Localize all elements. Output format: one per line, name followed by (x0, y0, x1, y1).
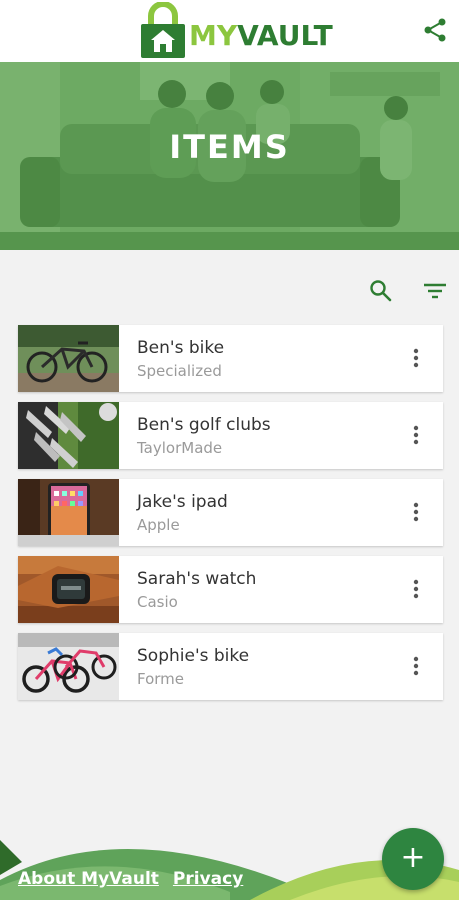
list-item[interactable]: Ben's bike Specialized (18, 325, 443, 392)
more-vertical-icon (413, 579, 419, 599)
list-item[interactable]: Jake's ipad Apple (18, 479, 443, 546)
item-menu-button[interactable] (405, 423, 427, 447)
item-title: Jake's ipad (137, 492, 228, 512)
more-vertical-icon (413, 656, 419, 676)
about-link[interactable]: About MyVault (18, 869, 159, 889)
mountain-bike-thumbnail (18, 325, 119, 392)
item-title: Sarah's watch (137, 569, 257, 589)
more-vertical-icon (413, 425, 419, 445)
search-icon (370, 280, 392, 302)
item-title: Ben's bike (137, 338, 225, 358)
item-brand: Casio (137, 593, 178, 611)
watch-thumbnail (18, 556, 119, 623)
hero-banner: ITEMS (0, 62, 459, 250)
logo-my: MY (189, 19, 238, 52)
add-item-button[interactable]: + (382, 828, 444, 890)
item-brand: Forme (137, 670, 185, 688)
item-menu-button[interactable] (405, 346, 427, 370)
items-list: Ben's bike Specialized Ben's golf clubs … (18, 325, 443, 710)
item-brand: TaylorMade (137, 439, 223, 457)
search-button[interactable] (367, 277, 395, 305)
app-header: MYVAULT (0, 0, 459, 62)
item-menu-button[interactable] (405, 577, 427, 601)
logo-vault: VAULT (237, 19, 333, 52)
plus-icon: + (400, 840, 426, 875)
item-brand: Apple (137, 516, 180, 534)
share-button[interactable] (421, 16, 449, 44)
ipad-thumbnail (18, 479, 119, 546)
more-vertical-icon (413, 348, 419, 368)
kids-bikes-thumbnail (18, 633, 119, 700)
more-vertical-icon (413, 502, 419, 522)
list-item[interactable]: Sarah's watch Casio (18, 556, 443, 623)
item-brand: Specialized (137, 362, 222, 380)
list-item[interactable]: Ben's golf clubs TaylorMade (18, 402, 443, 469)
logo-wordmark: MYVAULT (189, 19, 333, 52)
golf-clubs-thumbnail (18, 402, 119, 469)
footer-links: About MyVault Privacy (18, 869, 243, 889)
filter-button[interactable] (421, 277, 449, 305)
item-title: Ben's golf clubs (137, 415, 271, 435)
item-title: Sophie's bike (137, 646, 250, 666)
myvault-logo[interactable]: MYVAULT (141, 2, 333, 58)
page-title: ITEMS (169, 128, 290, 166)
item-menu-button[interactable] (405, 500, 427, 524)
item-menu-button[interactable] (405, 654, 427, 678)
list-item[interactable]: Sophie's bike Forme (18, 633, 443, 700)
filter-icon (424, 283, 446, 299)
padlock-home-icon (141, 2, 185, 58)
share-icon (424, 18, 446, 42)
privacy-link[interactable]: Privacy (173, 869, 243, 889)
